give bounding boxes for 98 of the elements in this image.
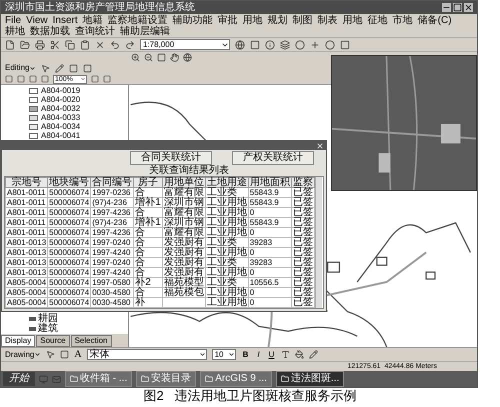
table-cell: A805-0004 xyxy=(6,298,48,308)
table-cell: A801-0013 xyxy=(6,258,48,268)
table-cell: 55843.9 xyxy=(248,188,292,198)
table-cell: 已签 xyxy=(291,258,314,268)
table-cell: 合 xyxy=(134,188,162,198)
table-cell: (97)4-236 xyxy=(90,198,134,208)
table-cell: 55843.9 xyxy=(248,218,292,228)
table-cell: 富耀有限 xyxy=(162,208,206,218)
table-cell: 0030-4580 xyxy=(90,288,134,298)
table-cell: 已签 xyxy=(291,268,314,278)
table-cell: 发强厨有 xyxy=(162,248,206,258)
table-cell: 500006074 xyxy=(48,258,91,268)
table-cell: 合 xyxy=(134,238,162,248)
table-cell: 工业类 xyxy=(205,188,248,198)
table-cell: 1997-0236 xyxy=(90,188,134,198)
table-cell: 工业用地 xyxy=(205,268,248,278)
table-cell: 合 xyxy=(134,258,162,268)
table-cell: 工业用地 xyxy=(205,228,248,238)
table-cell: A801-0011 xyxy=(6,228,48,238)
table-cell: 0 xyxy=(248,228,292,238)
table-cell: 工业用地 xyxy=(205,218,248,228)
table-cell: 500006074 xyxy=(48,188,91,198)
table-cell: 1997-0240 xyxy=(90,258,134,268)
table-cell: 已签 xyxy=(291,248,314,258)
table-cell: 工业用地 xyxy=(205,288,248,298)
table-cell: 已签 xyxy=(291,198,314,208)
table-cell: 发强厨有 xyxy=(162,268,206,278)
table-cell: 500006074 xyxy=(48,298,91,308)
table-cell: 深圳市钢 xyxy=(162,218,206,228)
table-cell: 39283 xyxy=(248,258,292,268)
table-cell: A805-0004 xyxy=(6,278,48,288)
table-cell: 500006074 xyxy=(48,238,91,248)
table-cell: 合 xyxy=(134,248,162,258)
table-cell: 增补1 xyxy=(134,218,162,228)
table-cell: 已签 xyxy=(291,218,314,228)
table-cell: 500006074 xyxy=(48,248,91,258)
table-cell: A801-0011 xyxy=(6,208,48,218)
table-cell: 已签 xyxy=(291,208,314,218)
table-cell: 增补1 xyxy=(134,198,162,208)
table-cell: 发强厨有 xyxy=(162,238,206,248)
table-cell: 500006074 xyxy=(48,228,91,238)
table-cell: 工业用地 xyxy=(205,198,248,208)
table-cell: 500006074 xyxy=(48,208,91,218)
table-cell: 合 xyxy=(134,228,162,238)
table-cell: (97)4-236 xyxy=(90,218,134,228)
table-cell: 工业类 xyxy=(205,258,248,268)
window-title: 深圳市国土资源和房产管理局地理信息系统 xyxy=(5,2,195,12)
table-cell: 富耀有限 xyxy=(162,188,206,198)
table-cell: 0 xyxy=(248,268,292,278)
table-cell: 工业类 xyxy=(205,238,248,248)
table-cell: 1997-4240 xyxy=(90,268,134,278)
table-cell: 补 xyxy=(134,298,162,308)
table-cell: 55843.9 xyxy=(248,198,292,208)
table-cell: 福苑模型 xyxy=(162,278,206,288)
table-cell: 富耀有限 xyxy=(162,228,206,238)
table-cell: 合 xyxy=(134,268,162,278)
table-cell: 已签 xyxy=(291,288,314,298)
table-cell: 已签 xyxy=(291,278,314,288)
table-cell: 工业用地 xyxy=(205,208,248,218)
table-cell: 0 xyxy=(248,298,292,308)
table-cell: 工业用地 xyxy=(205,298,248,308)
table-cell: 福苑模包 xyxy=(162,288,206,298)
table-cell: A801-0011 xyxy=(6,198,48,208)
table-cell: 工业类 xyxy=(205,278,248,288)
table-cell: 500006074 xyxy=(48,278,91,288)
table-cell: 工业用地 xyxy=(205,248,248,258)
table-cell: 已签 xyxy=(291,228,314,238)
table-cell: 0 xyxy=(248,248,292,258)
table-cell: 已签 xyxy=(291,188,314,198)
table-cell: 1997-4236 xyxy=(90,208,134,218)
list-title: 关联查询结果列表 xyxy=(148,165,229,176)
table-cell: 深圳市钢 xyxy=(162,198,206,208)
table-cell: A801-0011 xyxy=(6,218,48,228)
table-cell: 1997-4236 xyxy=(90,228,134,238)
table-cell: 500006074 xyxy=(48,288,91,298)
table-cell: 10556.5 xyxy=(248,278,292,288)
table-cell: 补2 xyxy=(134,278,162,288)
table-cell: A805-0004 xyxy=(6,288,48,298)
table-cell: A801-0013 xyxy=(6,238,48,248)
table-cell: 已签 xyxy=(291,238,314,248)
table-cell: 500006074 xyxy=(48,198,91,208)
table-cell: 500006074 xyxy=(48,218,91,228)
table-cell: A801-0013 xyxy=(6,248,48,258)
table-cell: 已签 xyxy=(291,298,314,308)
table-cell: 1997-4240 xyxy=(90,248,134,258)
table-cell: 0 xyxy=(248,208,292,218)
table-cell: 发强厨有 xyxy=(162,258,206,268)
table-cell: 合 xyxy=(134,288,162,298)
table-cell: 0 xyxy=(248,288,292,298)
table-cell: A801-0013 xyxy=(6,268,48,278)
table-cell: 0030-4580 xyxy=(90,298,134,308)
figure-caption: 图2 违法用地卫片图斑核查服务示例 xyxy=(143,389,357,402)
table-cell: 1997-0580 xyxy=(90,278,134,288)
table-cell: 39283 xyxy=(248,238,292,248)
table-cell: A801-0011 xyxy=(6,188,48,198)
table-cell: 1997-0240 xyxy=(90,238,134,248)
table-cell: 合 xyxy=(134,208,162,218)
table-cell: 500006074 xyxy=(48,268,91,278)
